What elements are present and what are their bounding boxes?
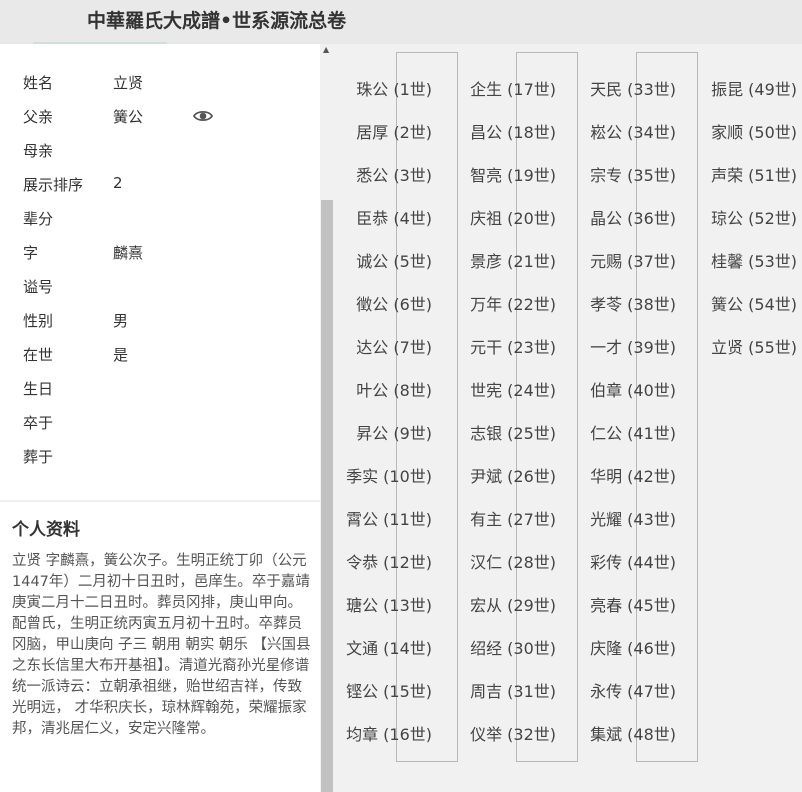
field-label: 父亲 [23, 108, 54, 126]
generation-link[interactable]: 智亮 (19世) [470, 162, 556, 186]
generation-link[interactable]: 华明 (42世) [590, 463, 676, 487]
generation-link[interactable]: 达公 (7世) [356, 334, 432, 358]
generation-link[interactable]: 振昆 (49世) [711, 76, 797, 100]
field-value: 麟熹 [113, 244, 144, 262]
app-header: 中華羅氏大成譜•世系源流总卷 [0, 0, 802, 44]
generation-link[interactable]: 琼公 (52世) [711, 205, 797, 229]
field-label: 谥号 [23, 278, 54, 296]
generation-link[interactable]: 彩传 (44世) [590, 549, 676, 573]
generation-link[interactable]: 世宪 (24世) [470, 377, 556, 401]
generation-link[interactable]: 簧公 (54世) [711, 291, 797, 315]
generation-link[interactable]: 庆隆 (46世) [590, 635, 676, 659]
generation-link[interactable]: 令恭 (12世) [346, 549, 432, 573]
generation-link[interactable]: 珠公 (1世) [356, 76, 432, 100]
generation-link[interactable]: 崧公 (34世) [590, 119, 676, 143]
generation-link[interactable]: 臣恭 (4世) [356, 205, 432, 229]
generation-link[interactable]: 诚公 (5世) [356, 248, 432, 272]
field-value: 男 [113, 312, 129, 330]
field-label: 卒于 [23, 414, 54, 432]
generation-link[interactable]: 徵公 (6世) [356, 291, 432, 315]
field-label: 姓名 [23, 74, 54, 92]
generation-link[interactable]: 永传 (47世) [590, 678, 676, 702]
generation-link[interactable]: 叶公 (8世) [356, 377, 432, 401]
field-label: 字 [23, 244, 39, 262]
generation-link[interactable]: 尹斌 (26世) [470, 463, 556, 487]
generation-link[interactable]: 季实 (10世) [346, 463, 432, 487]
generation-link[interactable]: 宗专 (35世) [590, 162, 676, 186]
scroll-up-arrow-icon[interactable]: ▲ [323, 45, 329, 54]
field-label: 辈分 [23, 210, 54, 228]
field-value: 是 [113, 346, 129, 364]
generation-link[interactable]: 文通 (14世) [346, 635, 432, 659]
generation-link[interactable]: 孝苓 (38世) [590, 291, 676, 315]
generation-link[interactable]: 周吉 (31世) [470, 678, 556, 702]
generation-link[interactable]: 庆祖 (20世) [470, 205, 556, 229]
field-label: 在世 [23, 346, 54, 364]
generation-link[interactable]: 居厚 (2世) [356, 119, 432, 143]
generation-link[interactable]: 元干 (23世) [470, 334, 556, 358]
generation-link[interactable]: 昇公 (9世) [356, 420, 432, 444]
generation-link[interactable]: 伯章 (40世) [590, 377, 676, 401]
generation-link[interactable]: 均章 (16世) [346, 721, 432, 745]
generation-link[interactable]: 企生 (17世) [470, 76, 556, 100]
generation-link[interactable]: 天民 (33世) [590, 76, 676, 100]
generation-link[interactable]: 光耀 (43世) [590, 506, 676, 530]
profile-text: 立贤 字麟熹，簧公次子。生明正统丁卯（公元1447年）二月初十日丑时，邑庠生。卒… [12, 553, 311, 737]
generation-link[interactable]: 瑭公 (13世) [346, 592, 432, 616]
generation-link[interactable]: 宏从 (29世) [470, 592, 556, 616]
field-value: 簧公 [113, 108, 144, 126]
generation-link[interactable]: 志银 (25世) [470, 420, 556, 444]
profile-title: 个人资料 [12, 520, 80, 540]
generation-link[interactable]: 晶公 (36世) [590, 205, 676, 229]
field-label: 葬于 [23, 448, 54, 466]
generation-link[interactable]: 家顺 (50世) [711, 119, 797, 143]
generation-link[interactable]: 仁公 (41世) [590, 420, 676, 444]
field-value: 2 [113, 174, 123, 192]
generation-link[interactable]: 桂馨 (53世) [711, 248, 797, 272]
generation-link[interactable]: 声荣 (51世) [711, 162, 797, 186]
generation-link[interactable]: 汉仁 (28世) [470, 549, 556, 573]
generation-link[interactable]: 绍经 (30世) [470, 635, 556, 659]
field-label: 生日 [23, 380, 54, 398]
generation-link[interactable]: 元赐 (37世) [590, 248, 676, 272]
page-title: 中華羅氏大成譜•世系源流总卷 [87, 10, 347, 32]
generation-link[interactable]: 仪举 (32世) [470, 721, 556, 745]
generation-link[interactable]: 昌公 (18世) [470, 119, 556, 143]
generation-link[interactable]: 景彦 (21世) [470, 248, 556, 272]
field-label: 展示排序 [23, 176, 84, 194]
field-value: 立贤 [113, 74, 144, 92]
generation-link[interactable]: 悉公 (3世) [356, 162, 432, 186]
scrollbar-thumb[interactable] [321, 200, 333, 792]
generation-link[interactable]: 一才 (39世) [590, 334, 676, 358]
field-label: 性别 [23, 312, 54, 330]
generation-link[interactable]: 立贤 (55世) [711, 334, 797, 358]
generation-link[interactable]: 霄公 (11世) [346, 506, 432, 530]
generation-link[interactable]: 亮春 (45世) [590, 592, 676, 616]
eye-icon[interactable] [193, 108, 213, 124]
generation-link[interactable]: 有主 (27世) [470, 506, 556, 530]
generation-link[interactable]: 铿公 (15世) [346, 678, 432, 702]
generation-link[interactable]: 万年 (22世) [470, 291, 556, 315]
generation-link[interactable]: 集斌 (48世) [590, 721, 676, 745]
divider [0, 500, 320, 502]
field-label: 母亲 [23, 142, 54, 160]
